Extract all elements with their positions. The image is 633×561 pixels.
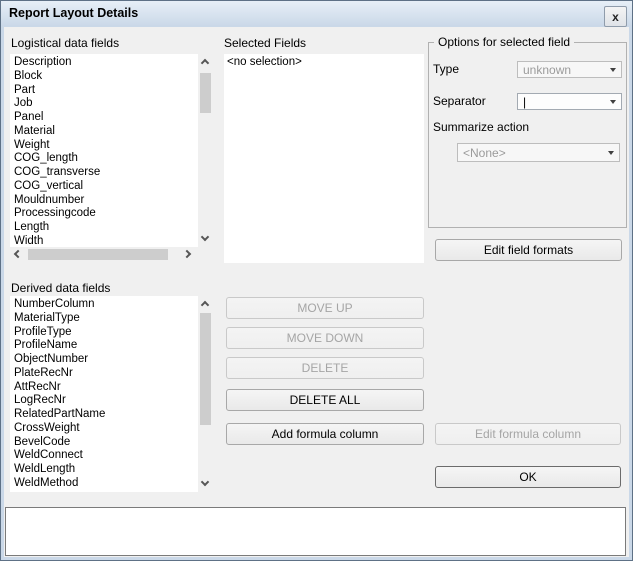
derived-fields-list[interactable]: NumberColumnMaterialTypeProfileTypeProfi… [10, 296, 198, 492]
list-item[interactable]: BevelCode [14, 436, 198, 450]
separator-dropdown-value: | [523, 95, 526, 109]
ok-button[interactable]: OK [435, 466, 621, 488]
list-item[interactable]: Part [14, 84, 198, 98]
type-label: Type [433, 62, 459, 76]
selected-fields-list[interactable]: <no selection> [224, 54, 424, 263]
logistical-fields-list[interactable]: DescriptionBlockPartJobPanelMaterialWeig… [10, 54, 198, 247]
list-item[interactable]: Length [14, 221, 198, 235]
dialog-window: Report Layout Details x Logistical data … [0, 0, 633, 561]
edit-formula-column-button[interactable]: Edit formula column [435, 423, 621, 445]
list-item[interactable]: COG_transverse [14, 166, 198, 180]
selected-fields-label: Selected Fields [224, 36, 306, 50]
chevron-down-icon [610, 100, 616, 104]
separator-dropdown[interactable]: | [517, 93, 622, 110]
scroll-right-icon[interactable] [183, 250, 191, 258]
delete-all-button[interactable]: DELETE ALL [226, 389, 424, 411]
list-item[interactable]: Weight [14, 139, 198, 153]
scroll-down-icon[interactable] [201, 233, 209, 241]
scrollbar-thumb[interactable] [200, 73, 211, 113]
list-item[interactable]: WeldConnect [14, 449, 198, 463]
list-item[interactable]: NumberColumn [14, 298, 198, 312]
type-dropdown-value: unknown [523, 63, 571, 77]
chevron-down-icon [608, 151, 614, 155]
list-item[interactable]: ProfileType [14, 326, 198, 340]
list-item[interactable]: Block [14, 70, 198, 84]
edit-field-formats-button[interactable]: Edit field formats [435, 239, 622, 261]
type-dropdown[interactable]: unknown [517, 61, 622, 78]
move-down-button[interactable]: MOVE DOWN [226, 327, 424, 349]
list-item[interactable]: PlateRecNr [14, 367, 198, 381]
scroll-up-icon[interactable] [201, 59, 209, 67]
list-item[interactable]: Panel [14, 111, 198, 125]
list-item[interactable]: COG_length [14, 152, 198, 166]
summarize-action-label: Summarize action [433, 120, 529, 134]
logistical-fields-label: Logistical data fields [11, 36, 119, 50]
chevron-down-icon [610, 68, 616, 72]
add-formula-column-button[interactable]: Add formula column [226, 423, 424, 445]
list-item[interactable]: Mouldnumber [14, 194, 198, 208]
logistical-horizontal-scrollbar[interactable] [10, 247, 196, 262]
scroll-up-icon[interactable] [201, 301, 209, 309]
status-box [5, 507, 626, 556]
list-item[interactable]: RelatedPartName [14, 408, 198, 422]
list-item[interactable]: Job [14, 97, 198, 111]
separator-label: Separator [433, 94, 486, 108]
list-item[interactable]: MaterialType [14, 312, 198, 326]
list-item[interactable]: Material [14, 125, 198, 139]
scroll-left-icon[interactable] [14, 250, 22, 258]
close-button[interactable]: x [604, 6, 627, 27]
close-icon: x [612, 10, 619, 24]
list-item[interactable]: COG_vertical [14, 180, 198, 194]
move-up-button[interactable]: MOVE UP [226, 297, 424, 319]
scroll-down-icon[interactable] [201, 478, 209, 486]
scrollbar-thumb[interactable] [28, 249, 168, 260]
options-groupbox-legend: Options for selected field [434, 35, 574, 49]
list-item[interactable]: CrossWeight [14, 422, 198, 436]
delete-button[interactable]: DELETE [226, 357, 424, 379]
list-item[interactable]: <no selection> [227, 56, 424, 70]
list-item[interactable]: WeldMethod [14, 477, 198, 491]
list-item[interactable]: ObjectNumber [14, 353, 198, 367]
list-item[interactable]: WeldLength [14, 463, 198, 477]
derived-vertical-scrollbar[interactable] [198, 296, 213, 492]
list-item[interactable]: Processingcode [14, 207, 198, 221]
list-item[interactable]: AttRecNr [14, 381, 198, 395]
summarize-action-dropdown-value: <None> [463, 146, 506, 160]
list-item[interactable]: LogRecNr [14, 394, 198, 408]
dialog-title: Report Layout Details [9, 6, 138, 20]
list-item[interactable]: Width [14, 235, 198, 247]
logistical-vertical-scrollbar[interactable] [198, 54, 213, 247]
list-item[interactable]: Description [14, 56, 198, 70]
scrollbar-thumb[interactable] [200, 313, 211, 425]
derived-fields-label: Derived data fields [11, 281, 110, 295]
list-item[interactable]: ProfileName [14, 339, 198, 353]
summarize-action-dropdown[interactable]: <None> [457, 143, 620, 162]
